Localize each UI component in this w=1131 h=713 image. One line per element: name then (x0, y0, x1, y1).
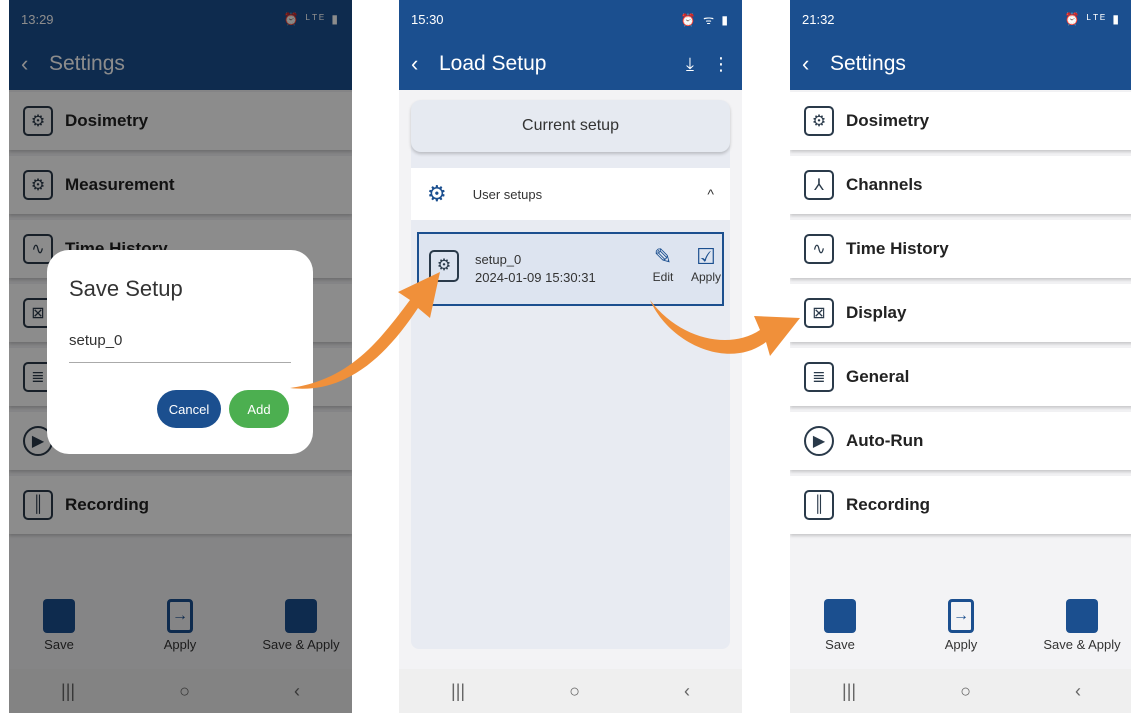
arrow-save-to-load-icon (290, 272, 440, 389)
arrow-load-to-settings-icon (650, 300, 800, 356)
flow-arrows (290, 272, 800, 389)
